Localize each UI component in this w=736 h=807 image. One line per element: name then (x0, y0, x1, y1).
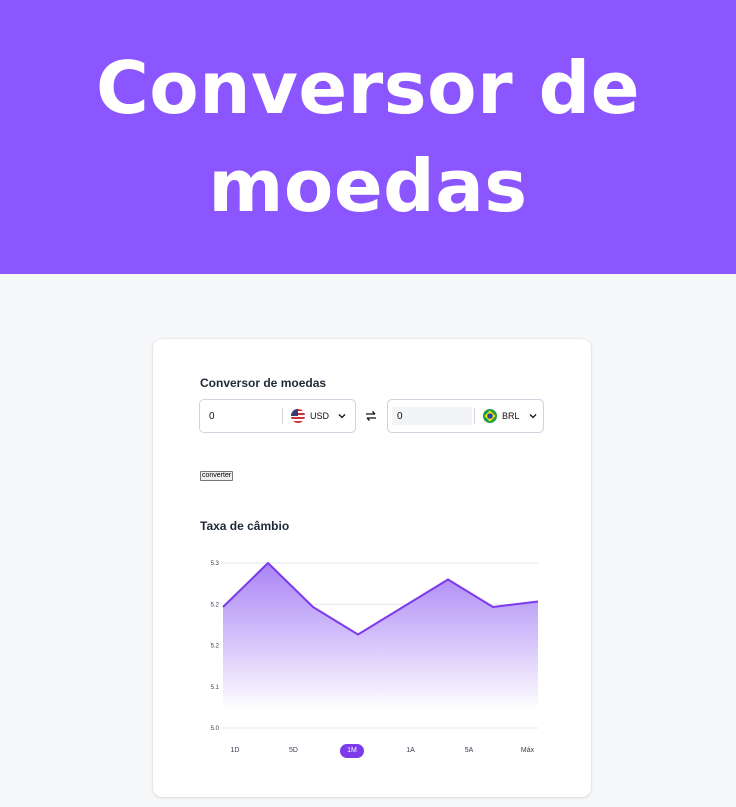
period-option-5a[interactable]: 5A (457, 744, 481, 758)
convert-button[interactable]: converter (200, 471, 234, 481)
y-tick-label: 5.1 (211, 685, 220, 691)
period-option-5d[interactable]: 5D (282, 744, 306, 758)
to-currency-select[interactable]: BRL (483, 409, 537, 423)
y-tick-label: 5.2 (211, 644, 220, 650)
chevron-down-icon (529, 412, 537, 420)
chart-area-fill (223, 563, 538, 710)
chart-title: Taxa de câmbio (200, 519, 290, 533)
y-tick-label: 5.0 (211, 726, 220, 732)
from-currency-field: USD (199, 399, 356, 433)
from-currency-select[interactable]: USD (291, 409, 346, 423)
divider (282, 408, 283, 424)
to-currency-code: BRL (502, 411, 520, 421)
converter-card: Conversor de moedas USD (153, 339, 591, 797)
page-title: Conversor de moedas (95, 46, 641, 228)
exchange-rate-chart: 5.3 5.2 5.2 5.1 5.0 (211, 561, 539, 732)
period-option-1d[interactable]: 1D (223, 744, 247, 758)
period-option-1m[interactable]: 1M (340, 744, 364, 758)
period-option-máx[interactable]: Máx (516, 744, 540, 758)
from-currency-code: USD (310, 411, 330, 421)
hero-banner: Conversor de moedas (0, 0, 736, 274)
y-tick-label: 5.3 (211, 561, 220, 567)
to-currency-field: BRL (387, 399, 544, 433)
period-selector: 1D 5D 1M 1A 5A Máx (223, 744, 543, 758)
from-amount-input[interactable] (200, 407, 280, 425)
to-amount-input[interactable] (392, 407, 472, 425)
brazil-flag-icon (483, 409, 497, 423)
y-tick-label: 5.2 (211, 602, 220, 608)
divider (474, 408, 475, 424)
converter-title: Conversor de moedas (200, 376, 327, 390)
period-option-1a[interactable]: 1A (399, 744, 423, 758)
swap-icon[interactable] (364, 409, 378, 423)
chevron-down-icon (338, 412, 346, 420)
us-flag-icon (291, 409, 305, 423)
